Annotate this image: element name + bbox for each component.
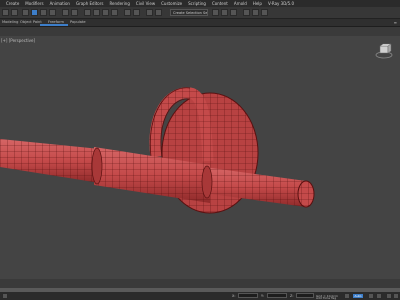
x-coordinate-field[interactable]	[238, 293, 258, 298]
z-coordinate-field[interactable]	[296, 293, 314, 298]
redo-icon[interactable]	[11, 9, 18, 16]
schematic-view-icon[interactable]	[221, 9, 228, 16]
menu-content[interactable]: Content	[212, 1, 228, 6]
pivot-icon[interactable]	[71, 9, 78, 16]
spinner-snap-icon[interactable]	[111, 9, 118, 16]
percent-snap-icon[interactable]	[102, 9, 109, 16]
render-frame-window-icon[interactable]	[252, 9, 259, 16]
menu-vray[interactable]: V-Ray 3D/5.0	[268, 1, 294, 6]
auto-key-button[interactable]: Auto	[352, 293, 364, 299]
select-move-icon[interactable]	[31, 9, 38, 16]
menu-civil-view[interactable]: Civil View	[136, 1, 155, 6]
menu-scripting[interactable]: Scripting	[188, 1, 206, 6]
status-bar: X: Y: Z: Grid = 10,0cm Add Time Tag Auto	[0, 292, 400, 300]
menu-bar: Create Modifiers Animation Graph Editors…	[0, 0, 400, 7]
x-label: X:	[232, 293, 236, 298]
mirror-icon[interactable]	[124, 9, 131, 16]
maxscript-listener-icon[interactable]	[2, 293, 8, 299]
undo-icon[interactable]	[2, 9, 9, 16]
menu-create[interactable]: Create	[6, 1, 19, 6]
add-time-tag[interactable]: Add Time Tag	[316, 296, 336, 300]
render-production-icon[interactable]	[261, 9, 268, 16]
ribbon-tabs: Modeling Object Paint Freeform Populate …	[0, 19, 400, 27]
toggle-ribbon-icon[interactable]	[155, 9, 162, 16]
viewport-label[interactable]: [+] [Perspective]	[1, 38, 35, 43]
curve-editor-icon[interactable]	[212, 9, 219, 16]
material-editor-icon[interactable]	[230, 9, 237, 16]
lamp-mesh[interactable]	[0, 85, 400, 225]
viewcube-icon[interactable]	[375, 42, 393, 60]
main-toolbar: Create Selection Se	[0, 7, 400, 19]
tab-modeling[interactable]: Modeling	[2, 20, 18, 24]
select-scale-icon[interactable]	[49, 9, 56, 16]
align-icon[interactable]	[133, 9, 140, 16]
viewport-footer-strip	[0, 279, 400, 288]
set-key-icon[interactable]	[344, 293, 350, 299]
menu-modifiers[interactable]: Modifiers	[25, 1, 43, 6]
tab-object-paint[interactable]: Object Paint	[20, 20, 42, 24]
menu-help[interactable]: Help	[253, 1, 262, 6]
menu-customize[interactable]: Customize	[161, 1, 182, 6]
select-object-icon[interactable]	[22, 9, 29, 16]
selection-set-dropdown[interactable]: Create Selection Se	[170, 9, 208, 16]
viewport-header-strip	[0, 27, 400, 36]
reference-coordinate-icon[interactable]	[62, 9, 69, 16]
y-coordinate-field[interactable]	[267, 293, 287, 298]
menu-animation[interactable]: Animation	[50, 1, 70, 6]
angle-snap-icon[interactable]	[93, 9, 100, 16]
layer-explorer-icon[interactable]	[146, 9, 153, 16]
ribbon-options-icon[interactable]: ≡	[394, 20, 397, 25]
tab-populate[interactable]: Populate	[70, 20, 86, 24]
menu-arnold[interactable]: Arnold	[234, 1, 247, 6]
snap-toggle-icon[interactable]	[84, 9, 91, 16]
z-label: Z:	[290, 293, 294, 298]
play-icon[interactable]	[368, 293, 374, 299]
y-label: Y:	[261, 293, 264, 298]
render-setup-icon[interactable]	[243, 9, 250, 16]
orbit-icon[interactable]	[393, 293, 399, 299]
select-rotate-icon[interactable]	[40, 9, 47, 16]
key-mode-icon[interactable]	[376, 293, 382, 299]
active-tab-indicator	[40, 24, 68, 26]
menu-graph-editors[interactable]: Graph Editors	[76, 1, 103, 6]
pan-view-icon[interactable]	[386, 293, 392, 299]
menu-rendering[interactable]: Rendering	[109, 1, 129, 6]
